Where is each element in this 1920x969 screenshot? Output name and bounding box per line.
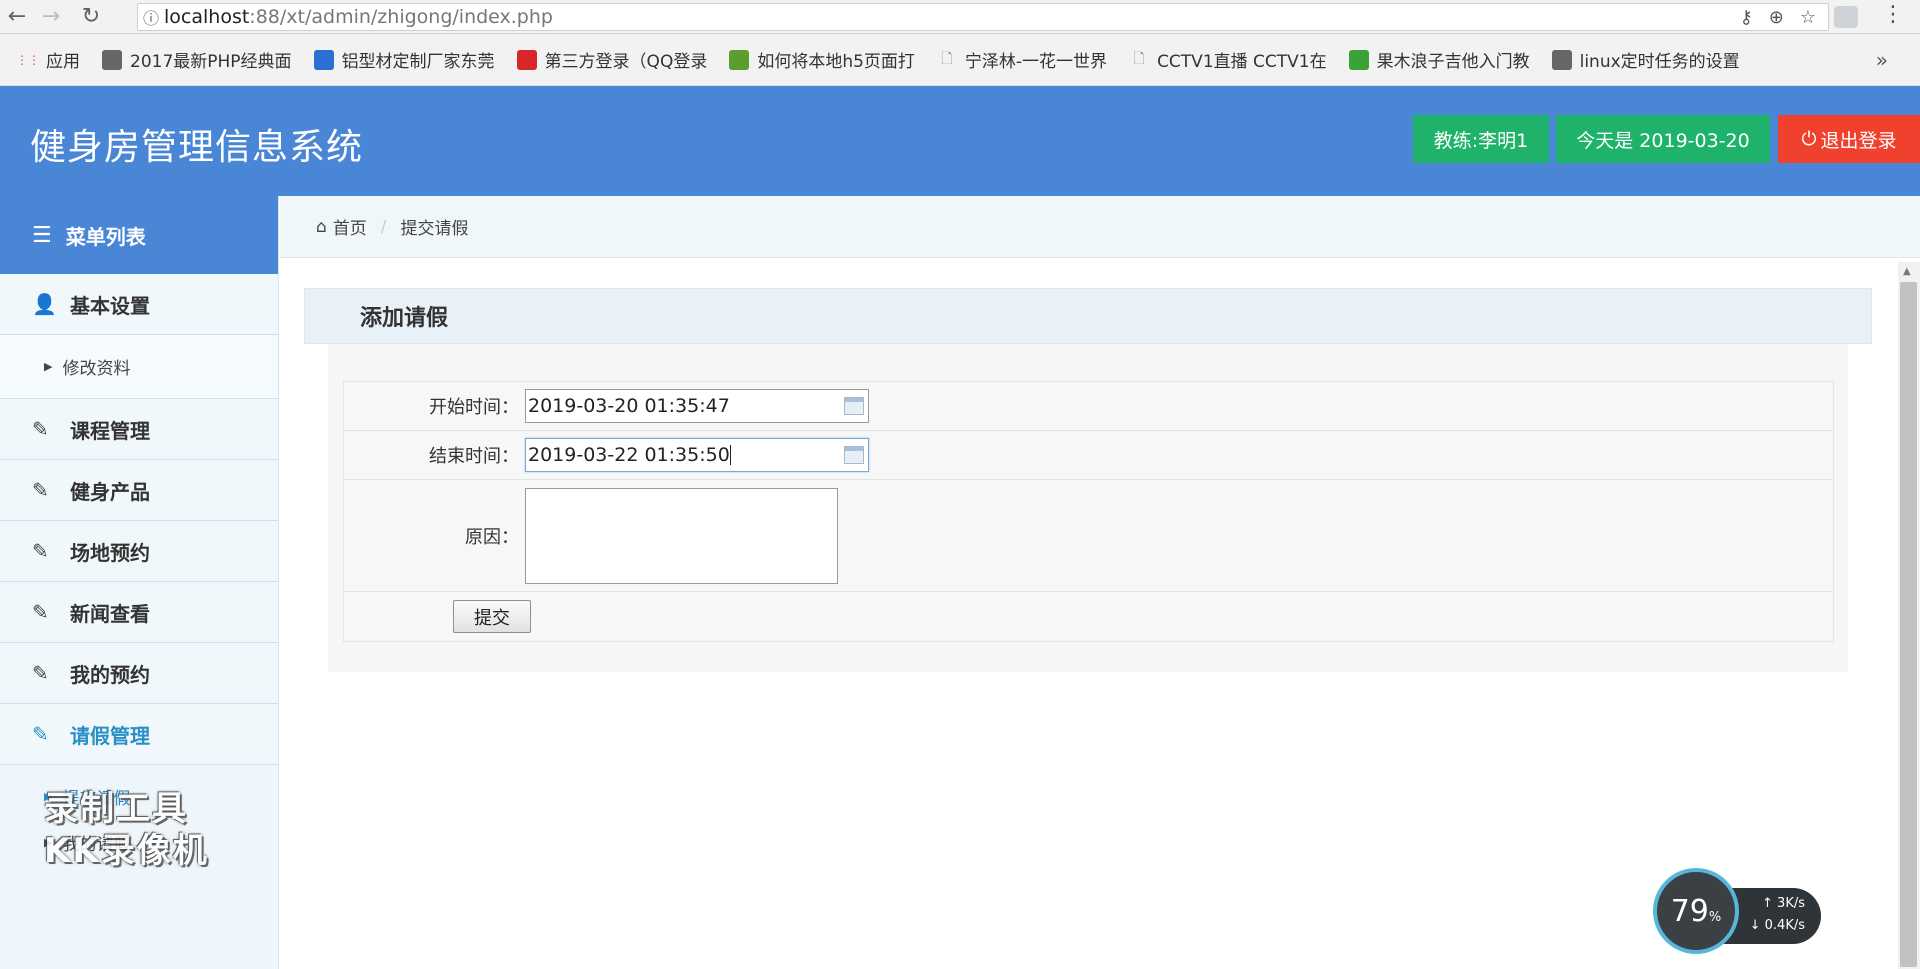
forward-icon[interactable]: →: [34, 0, 68, 34]
power-icon: ⏻: [1801, 128, 1817, 150]
end-time-input[interactable]: 2019-03-22 01:35:50: [525, 438, 869, 472]
reason-label: 原因：: [465, 526, 519, 548]
info-icon[interactable]: ⓘ: [138, 5, 164, 29]
sidebar-item-products[interactable]: ✎ 健身产品: [0, 460, 278, 521]
sidebar-item-leave-management[interactable]: ✎ 请假管理: [0, 704, 278, 765]
date-badge[interactable]: 今天是 2019-03-20: [1556, 115, 1770, 163]
scrollbar-thumb[interactable]: [1900, 282, 1917, 967]
sidebar-subitem-edit-profile[interactable]: ▶ 修改资料: [0, 335, 278, 399]
recorder-watermark: 录制工具 KK录像机: [44, 789, 209, 871]
coach-badge[interactable]: 教练:李明1: [1413, 115, 1549, 163]
bookmark-logo-icon: [313, 49, 334, 70]
back-icon[interactable]: ←: [0, 0, 34, 34]
bookmark-logo-icon: [1348, 49, 1369, 70]
zoom-icon[interactable]: ⊕: [1769, 7, 1784, 28]
bookmark-item[interactable]: 如何将本地h5页面打: [729, 34, 915, 86]
sidebar-item-basic-settings[interactable]: 👤 基本设置: [0, 274, 278, 335]
edit-icon: ✎: [32, 539, 49, 563]
download-rate: ↓ 0.4K/s: [1749, 918, 1805, 933]
menu-list-icon: ☰: [32, 222, 52, 248]
calendar-icon[interactable]: [844, 397, 864, 415]
url-text[interactable]: localhost:88/xt/admin/zhigong/index.php: [164, 6, 553, 28]
apps-grid-icon: ⋮⋮: [16, 52, 40, 67]
reload-icon[interactable]: ↻: [74, 0, 108, 34]
reason-textarea[interactable]: [525, 487, 838, 584]
sidebar-item-venue-booking[interactable]: ✎ 场地预约: [0, 521, 278, 582]
bookmark-item[interactable]: 2017最新PHP经典面: [102, 34, 292, 86]
sidebar-header: ☰ 菜单列表: [0, 196, 278, 274]
page-icon: 🗋: [941, 50, 953, 67]
app-header: 健身房管理信息系统 教练:李明1 今天是 2019-03-20 ⏻ 退出登录: [0, 86, 1920, 196]
bookmark-item[interactable]: ⋮⋮ 应用: [16, 34, 80, 86]
breadcrumb-current: 提交请假: [400, 219, 469, 239]
upload-rate: ↑ 3K/s: [1762, 896, 1805, 911]
edit-icon: ✎: [32, 661, 49, 685]
user-icon: 👤: [32, 292, 57, 316]
calendar-icon[interactable]: [844, 446, 864, 464]
submit-button[interactable]: 提交: [453, 600, 531, 633]
network-percent-gauge: 79%: [1653, 868, 1739, 954]
system-title: 健身房管理信息系统: [30, 127, 364, 168]
bookmark-logo-icon: [516, 49, 537, 70]
key-icon[interactable]: ⚷: [1740, 7, 1753, 28]
scroll-up-icon[interactable]: ▲: [1903, 266, 1911, 277]
bookmark-item[interactable]: 果木浪子吉他入门教: [1348, 34, 1530, 86]
edit-icon: ✎: [32, 722, 49, 746]
network-speed-widget[interactable]: ↑ 3K/s ↓ 0.4K/s 79%: [1653, 868, 1821, 954]
bookmark-logo-icon: [1551, 49, 1572, 70]
edit-icon: ✎: [32, 417, 49, 441]
start-time-input[interactable]: 2019-03-20 01:35:47: [525, 389, 869, 423]
bookmark-item[interactable]: 🗋 CCTV1直播 CCTV1在: [1129, 34, 1326, 86]
sidebar-item-my-bookings[interactable]: ✎ 我的预约: [0, 643, 278, 704]
sidebar-item-news[interactable]: ✎ 新闻查看: [0, 582, 278, 643]
page-icon: 🗋: [1133, 50, 1145, 67]
breadcrumb-home[interactable]: 首页: [333, 214, 367, 239]
bookmark-item[interactable]: 🗋 宁泽林-一花一世界: [937, 34, 1107, 86]
edit-icon: ✎: [32, 478, 49, 502]
bookmark-item[interactable]: linux定时任务的设置: [1551, 34, 1740, 86]
star-icon[interactable]: ☆: [1800, 7, 1816, 28]
browser-menu-icon[interactable]: ⋮: [1882, 2, 1904, 27]
breadcrumb-separator: /: [380, 216, 387, 237]
leave-form: 开始时间： 2019-03-20 01:35:47 结束时间： 2019-03-…: [343, 381, 1834, 642]
start-time-label: 开始时间：: [429, 397, 519, 418]
bookmark-logo-icon: [102, 49, 122, 70]
breadcrumb: ⌂ 首页 / 提交请假: [280, 196, 1920, 258]
logout-button[interactable]: ⏻ 退出登录: [1778, 115, 1920, 163]
bookmarks-more-icon[interactable]: »: [1876, 48, 1888, 72]
end-time-label: 结束时间：: [429, 446, 519, 467]
home-icon: ⌂: [316, 216, 327, 237]
sidebar-item-courses[interactable]: ✎ 课程管理: [0, 399, 278, 460]
extension-icon[interactable]: [1834, 6, 1858, 28]
bookmarks-bar: ⋮⋮ 应用 2017最新PHP经典面 铝型材定制厂家东莞 第三方登录（QQ登录 如何将本地…: [0, 34, 1920, 86]
bookmark-logo-icon: [729, 49, 750, 70]
edit-icon: ✎: [32, 600, 49, 624]
bookmark-item[interactable]: 铝型材定制厂家东莞: [313, 34, 495, 86]
address-bar[interactable]: ⓘ localhost:88/xt/admin/zhigong/index.ph…: [137, 3, 1829, 31]
panel-title: 添加请假: [304, 288, 1872, 344]
bookmark-item[interactable]: 第三方登录（QQ登录: [516, 34, 707, 86]
caret-right-icon: ▶: [44, 360, 53, 373]
